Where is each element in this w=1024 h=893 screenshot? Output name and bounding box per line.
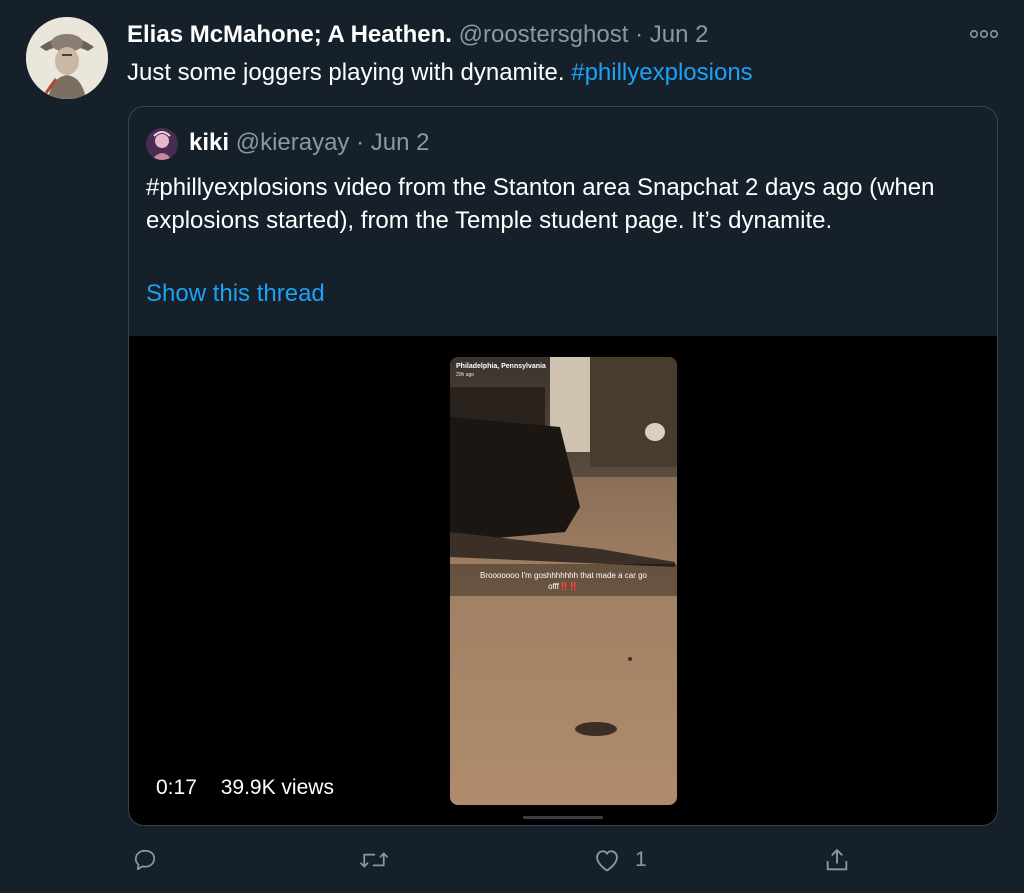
quoted-separator-dot: · — [356, 129, 365, 156]
snap-time: 20h ago — [456, 372, 475, 378]
quoted-tweet-text: #phillyexplosions video from the Stanton… — [146, 174, 935, 234]
separator-dot: · — [635, 21, 644, 48]
reply-button[interactable] — [132, 840, 158, 880]
tweet-text: Just some joggers playing with dynamite.… — [127, 58, 753, 88]
snap-caption-line2: offf‼️‼️ — [450, 581, 677, 592]
video-frame[interactable]: Philadelphia, Pennsylvania 20h ago Brooo… — [450, 357, 677, 805]
snap-caption-offf: offf — [548, 582, 559, 591]
like-count: 1 — [635, 848, 647, 871]
more-icon — [969, 29, 998, 39]
quoted-author-avatar[interactable] — [146, 128, 178, 160]
snap-caption-emphasis: ‼️‼️ — [558, 582, 579, 591]
share-button[interactable] — [823, 840, 851, 880]
quoted-author-name[interactable]: kiki — [189, 129, 229, 156]
reply-icon — [134, 849, 156, 871]
quoted-tweet-date[interactable]: Jun 2 — [371, 129, 430, 156]
like-icon — [596, 850, 618, 872]
quoted-tweet-header: kiki @kierayay · Jun 2 — [189, 128, 430, 158]
quoted-author-handle[interactable]: @kierayay — [236, 129, 350, 156]
show-thread-link[interactable]: Show this thread — [146, 279, 325, 309]
more-button[interactable] — [966, 22, 1002, 46]
like-button[interactable]: 1 — [593, 840, 647, 880]
retweet-button[interactable] — [357, 840, 391, 880]
hashtag-link[interactable]: #phillyexplosions — [571, 59, 752, 86]
video-views: 39.9K views — [220, 776, 334, 799]
tweet-date[interactable]: Jun 2 — [650, 21, 709, 48]
snap-caption: Brooooooo I'm goshhhhhhh that made a car… — [450, 570, 677, 592]
video-progress-bar[interactable] — [523, 816, 603, 819]
share-icon — [826, 848, 848, 871]
author-avatar[interactable] — [26, 17, 108, 99]
author-handle[interactable]: @roostersghost — [459, 21, 629, 48]
snap-location: Philadelphia, Pennsylvania — [456, 363, 546, 370]
retweet-icon — [359, 852, 389, 868]
tweet-body: Just some joggers playing with dynamite. — [127, 59, 565, 86]
author-name[interactable]: Elias McMahone; A Heathen. — [127, 21, 452, 48]
tweet-header: Elias McMahone; A Heathen. @roostersghos… — [127, 20, 708, 50]
snap-caption-line1: Brooooooo I'm goshhhhhhh that made a car… — [480, 571, 647, 580]
video-player[interactable]: Philadelphia, Pennsylvania 20h ago Brooo… — [129, 336, 997, 825]
quoted-tweet-card[interactable]: kiki @kierayay · Jun 2 #phillyexplosions… — [128, 106, 998, 826]
video-meta: 0:17 39.9K views — [156, 776, 352, 800]
tweet-actions: 1 — [0, 840, 1024, 880]
video-duration: 0:17 — [156, 776, 197, 799]
